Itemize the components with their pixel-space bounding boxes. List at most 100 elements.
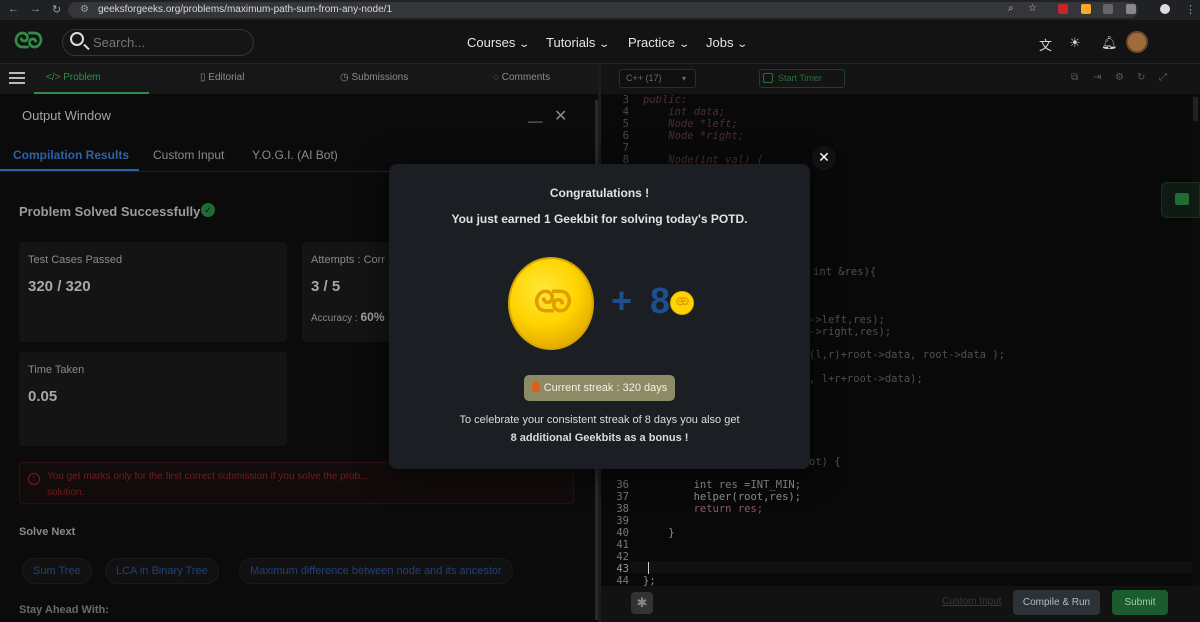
profile-icon[interactable] (1160, 4, 1170, 14)
address-bar[interactable]: ⚙ geeksforgeeks.org/problems/maximum-pat… (68, 2, 1138, 18)
bookmark-star-icon[interactable]: ☆ (1028, 3, 1037, 14)
test-cases-label: Test Cases Passed (28, 254, 123, 266)
geekbit-small-coin-icon: ᘓᘐ (670, 291, 694, 315)
tab-submissions[interactable]: ◷ Submissions (340, 72, 408, 83)
accuracy: Accuracy : 60% (311, 310, 385, 324)
language-select[interactable]: C++ (17) ▾ (619, 69, 696, 88)
code-line: Node *left; (643, 118, 738, 130)
test-cases-value: 320 / 320 (28, 278, 91, 295)
next-problem-chip[interactable]: Sum Tree (22, 558, 92, 584)
alert-icon: ! (28, 473, 40, 485)
clock-icon: ◷ (340, 72, 352, 83)
attempts-value: 3 / 5 (311, 278, 341, 295)
solve-next-heading: Solve Next (19, 526, 76, 538)
editor-bottom-bar: ✱ Custom Input Compile & Run Submit (601, 586, 1200, 622)
user-avatar[interactable] (1126, 31, 1148, 53)
start-timer-button[interactable]: Start Timer (759, 69, 845, 88)
line-number: 38 (616, 503, 629, 515)
chat-icon (1175, 193, 1189, 205)
geekbit-coin-icon: ᘓᘐ (508, 257, 594, 350)
streak-badge: Current streak : 320 days (524, 375, 675, 401)
browser-menu-icon[interactable]: ⋮ (1185, 3, 1196, 16)
marks-notice-text: You get marks only for the first correct… (47, 471, 369, 498)
scroll-thumb[interactable] (1193, 97, 1198, 121)
search-box[interactable] (62, 29, 254, 56)
tab-yogi-bot[interactable]: Y.O.G.I. (AI Bot) (252, 148, 338, 162)
code-fragment: (l,r)+root->data, root->data ); (809, 349, 1005, 361)
submit-button[interactable]: Submit (1112, 590, 1168, 615)
reward-amount: + 8 (611, 280, 675, 321)
code-line: helper(root,res); (643, 491, 802, 503)
modal-subtitle: You just earned 1 Geekbit for solving to… (451, 212, 748, 226)
compile-run-button[interactable]: Compile & Run (1013, 590, 1100, 615)
nav-jobs[interactable]: Jobs ⌄ (706, 35, 749, 50)
code-line: } (643, 527, 675, 539)
notification-bell-icon[interactable]: 🔔︎ (1101, 35, 1118, 51)
extension-icon[interactable] (1103, 4, 1113, 14)
attempts-label: Attempts : Corr (311, 254, 385, 266)
reload-icon[interactable]: ↻ (52, 3, 61, 16)
time-taken-card: Time Taken 0.05 (19, 352, 287, 446)
theme-toggle-icon[interactable]: ☀ (1069, 35, 1081, 51)
nav-courses[interactable]: Courses ⌄ (467, 35, 530, 50)
chevron-down-icon: ⌄ (678, 39, 691, 50)
gfg-logo[interactable]: ᘓᘐ (14, 28, 43, 54)
code-line: int data; (643, 106, 726, 118)
code-fragment: int &res){ (813, 266, 877, 278)
site-info-icon[interactable]: ⚙ (80, 4, 89, 15)
chevron-down-icon: ⌄ (598, 39, 611, 50)
nav-practice[interactable]: Practice ⌄ (628, 35, 691, 50)
tab-compilation-results[interactable]: Compilation Results (13, 148, 129, 162)
fullscreen-icon[interactable]: ⤢ (1159, 72, 1167, 83)
line-number: 7 (622, 142, 629, 154)
close-modal-button[interactable]: ✕ (812, 146, 836, 170)
settings-icon[interactable]: ⚙ (1115, 72, 1124, 83)
zoom-icon[interactable]: ⌕ (1008, 3, 1014, 14)
congratulations-modal: Congratulations ! You just earned 1 Geek… (389, 164, 810, 469)
line-number: 42 (616, 551, 629, 563)
tab-comments[interactable]: ◌ Comments (493, 72, 550, 83)
translate-icon[interactable]: 文 (1039, 35, 1052, 54)
import-icon[interactable]: ⇥ (1093, 72, 1101, 83)
comment-icon: ◌ (493, 72, 502, 83)
chevron-down-icon: ⌄ (736, 39, 749, 50)
extensions-puzzle-icon[interactable] (1126, 4, 1136, 14)
lightbulb-icon[interactable]: ✱ (631, 592, 653, 614)
tab-editorial[interactable]: ▯ Editorial (200, 72, 244, 83)
forward-icon[interactable]: → (30, 3, 41, 15)
next-problem-chip[interactable]: Maximum difference between node and its … (239, 558, 513, 584)
nav-tutorials[interactable]: Tutorials ⌄ (546, 35, 611, 50)
custom-input-link[interactable]: Custom Input (942, 596, 1001, 607)
editor-toolbar: C++ (17) ▾ Start Timer ⧉ ⇥ ⚙ ↻ ⤢ (601, 64, 1200, 94)
back-icon[interactable]: ← (8, 3, 19, 15)
code-fragment: , l+r+root->data); (809, 373, 923, 385)
next-problem-chip[interactable]: LCA in Binary Tree (105, 558, 219, 584)
close-output-button[interactable]: ✕ (554, 106, 567, 126)
minimize-button[interactable]: __ (528, 108, 542, 123)
chat-button[interactable] (1161, 182, 1200, 218)
output-window-title: Output Window (22, 108, 111, 123)
copy-icon[interactable]: ⧉ (1071, 72, 1078, 83)
extension-lock-icon[interactable] (1081, 4, 1091, 14)
fire-icon (531, 381, 540, 392)
code-fragment: ->right,res); (809, 326, 892, 338)
modal-title: Congratulations ! (549, 186, 650, 200)
search-icon (70, 32, 84, 46)
hamburger-menu-icon[interactable] (9, 72, 25, 84)
current-line-highlight (631, 561, 1192, 573)
code-line: int res =INT_MIN; (643, 479, 802, 491)
code-line: Node *right; (643, 130, 745, 142)
reset-icon[interactable]: ↻ (1137, 72, 1145, 83)
editor-scrollbar[interactable] (1192, 94, 1200, 586)
time-taken-value: 0.05 (28, 388, 58, 405)
problem-tabs: </> Problem ▯ Editorial ◷ Submissions ◌ … (0, 64, 598, 94)
solved-status: Problem Solved Successfully (19, 204, 201, 219)
search-input[interactable] (93, 35, 243, 50)
tab-custom-input[interactable]: Custom Input (153, 148, 224, 162)
stay-ahead-heading: Stay Ahead With: (19, 604, 109, 616)
extension-icon[interactable] (1058, 4, 1068, 14)
gfg-logo: ᘓᘐ (533, 286, 572, 319)
text-cursor (648, 562, 649, 574)
tab-problem[interactable]: </> Problem (46, 72, 100, 83)
bonus-text: 8 additional Geekbits as a bonus ! (510, 432, 689, 444)
